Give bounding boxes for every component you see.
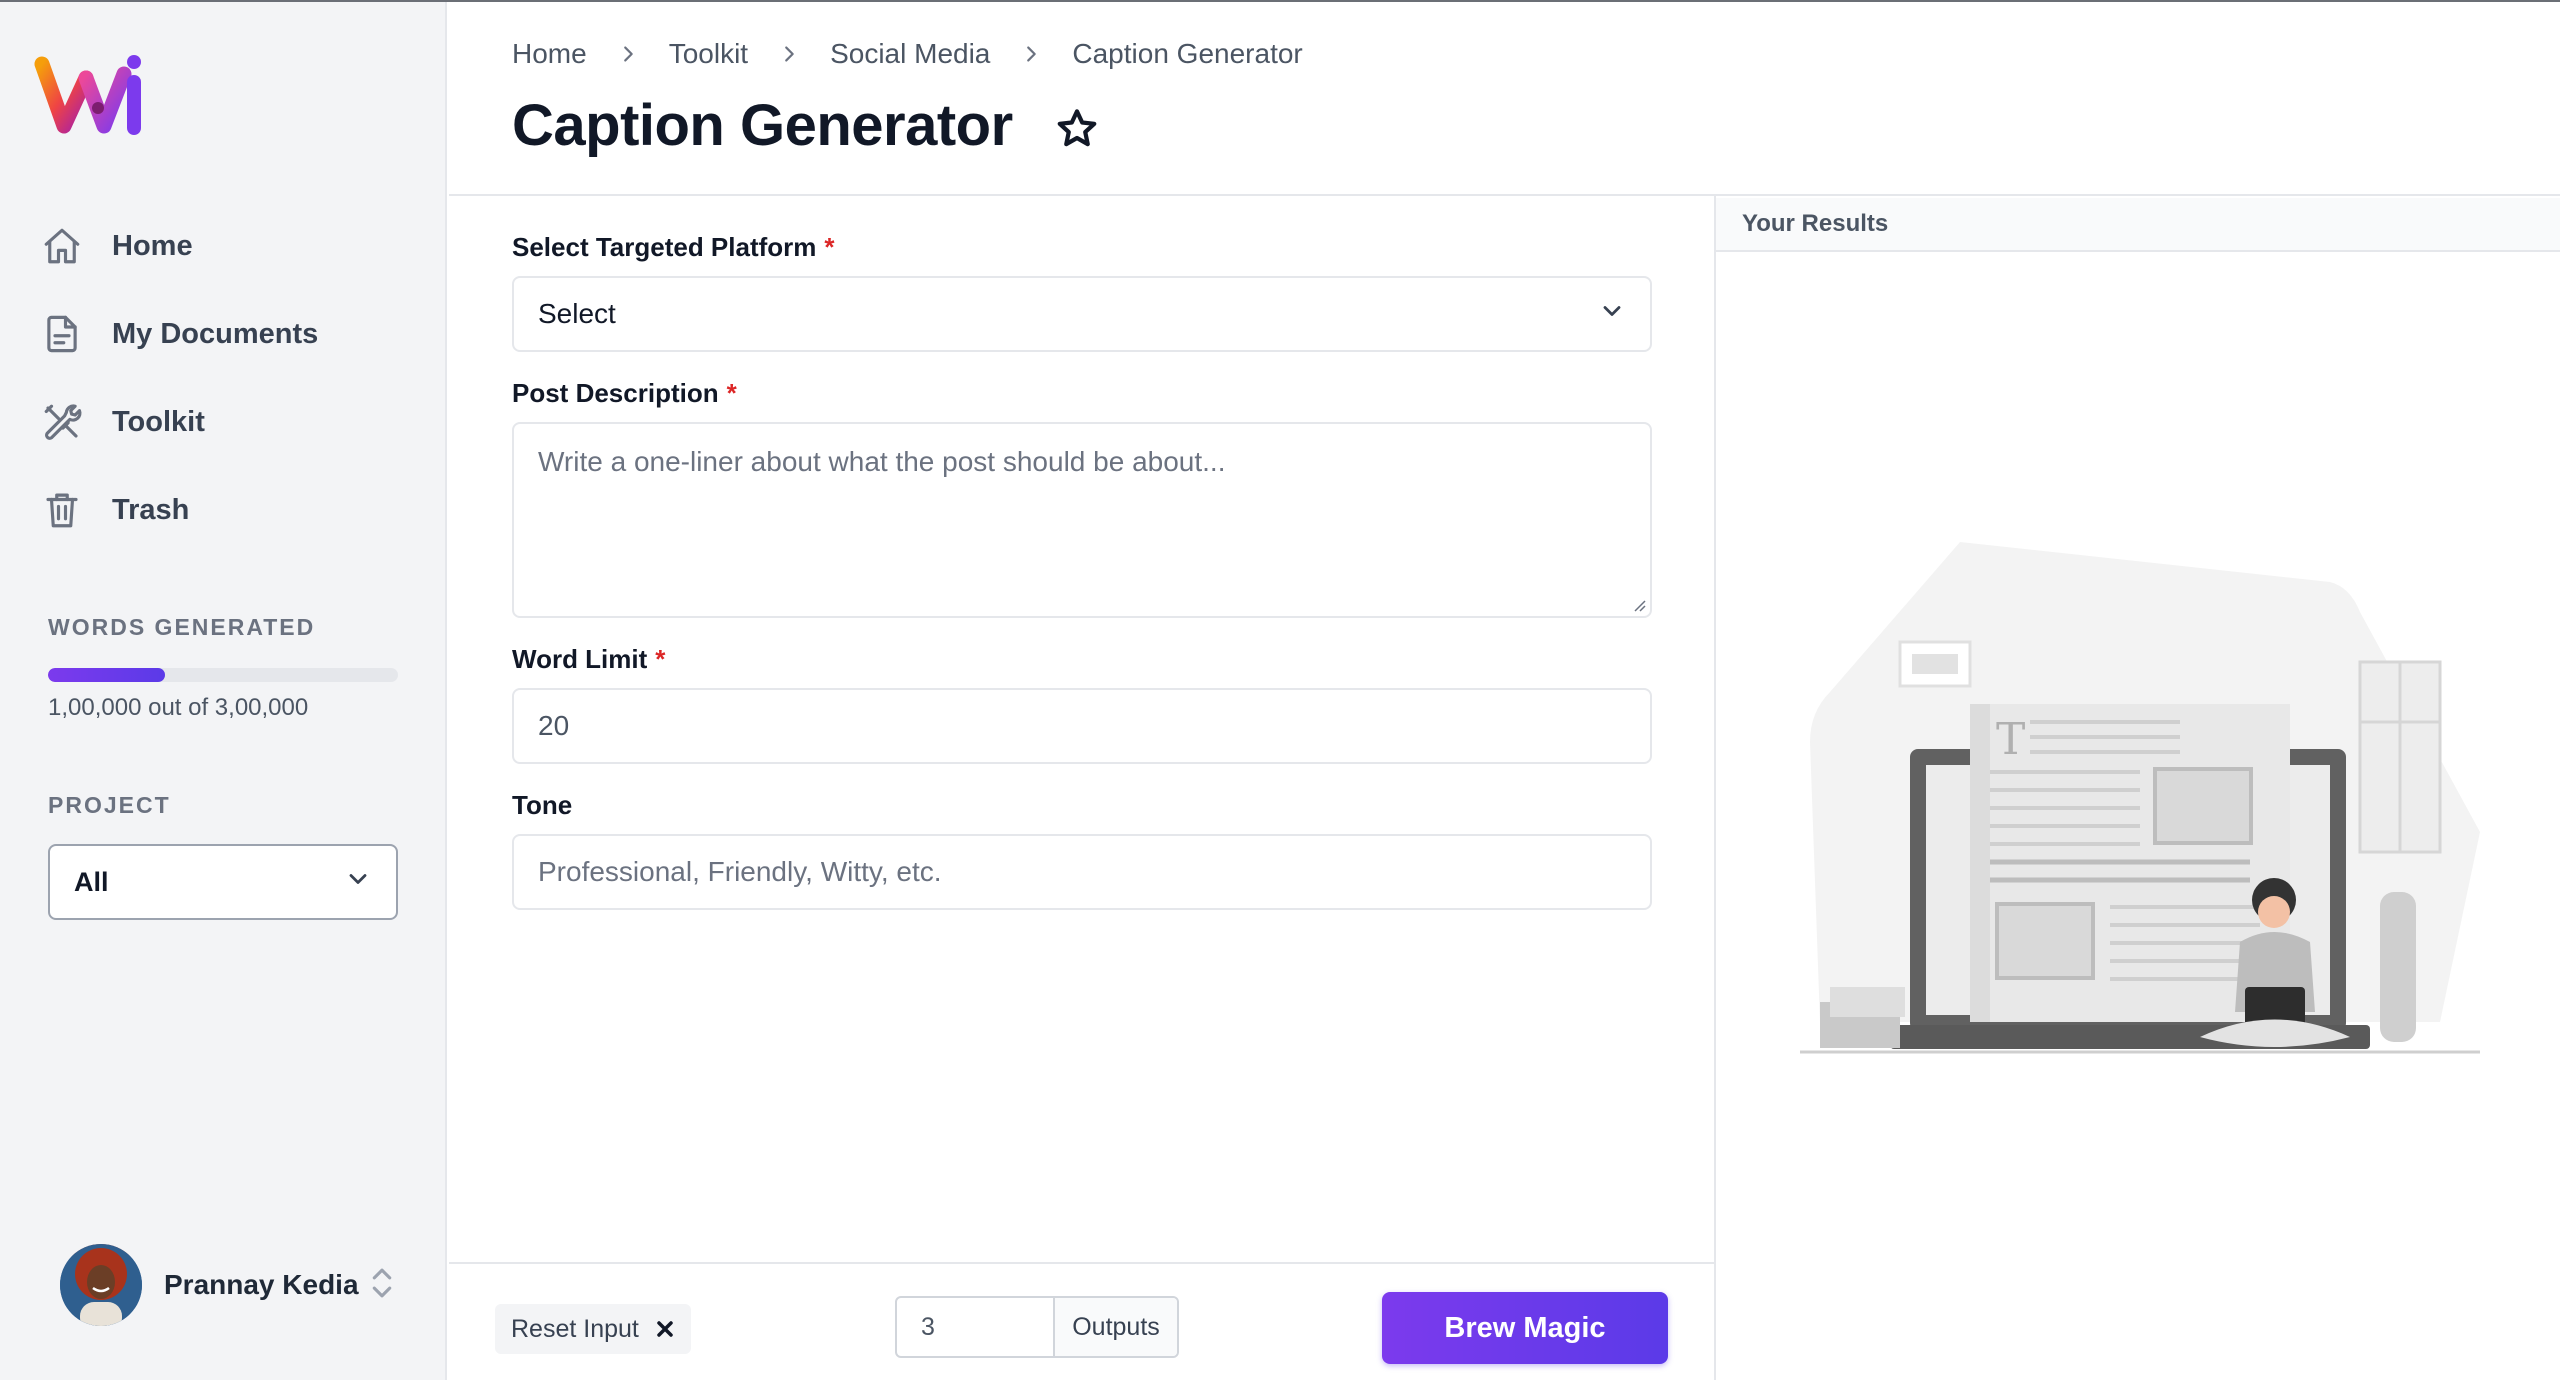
chevron-up-down-icon xyxy=(369,1265,395,1306)
post-description-placeholder: Write a one-liner about what the post sh… xyxy=(538,446,1226,477)
empty-results-illustration: T xyxy=(1790,532,2490,1072)
words-generated-progress xyxy=(48,668,398,682)
outputs-count-input[interactable]: 3 xyxy=(897,1298,1055,1356)
reset-input-label: Reset Input xyxy=(511,1314,639,1343)
tone-label-text: Tone xyxy=(512,790,573,820)
svg-text:T: T xyxy=(1996,714,2025,765)
document-icon xyxy=(40,312,84,356)
trash-icon xyxy=(40,488,84,532)
required-mark: * xyxy=(655,644,666,674)
platform-select[interactable]: Select xyxy=(512,276,1652,352)
project-select-value: All xyxy=(74,866,109,897)
nav-item-trash[interactable]: Trash xyxy=(40,480,410,540)
outputs-count-group: 3 Outputs xyxy=(895,1296,1179,1358)
chevron-down-icon xyxy=(344,865,372,900)
chevron-right-icon xyxy=(1020,43,1042,65)
chevron-right-icon xyxy=(778,43,800,65)
word-limit-input[interactable]: 20 xyxy=(512,688,1652,764)
chevron-right-icon xyxy=(617,43,639,65)
brew-magic-button[interactable]: Brew Magic xyxy=(1382,1292,1668,1364)
resize-handle-icon[interactable] xyxy=(1630,596,1646,612)
main-nav: Home My Documents Toolkit Trash xyxy=(40,216,410,568)
platform-label-text: Select Targeted Platform xyxy=(512,232,817,262)
word-limit-label: Word Limit * xyxy=(512,644,665,675)
tools-icon xyxy=(40,400,84,444)
sidebar: Home My Documents Toolkit Trash WORDS GE… xyxy=(0,2,447,1380)
favorite-star-icon[interactable] xyxy=(1054,106,1100,152)
platform-label: Select Targeted Platform * xyxy=(512,232,835,263)
nav-item-label: Home xyxy=(112,229,193,262)
breadcrumb-item-current: Caption Generator xyxy=(1072,38,1303,69)
outputs-count-value: 3 xyxy=(921,1312,935,1341)
nav-item-home[interactable]: Home xyxy=(40,216,410,276)
tone-placeholder: Professional, Friendly, Witty, etc. xyxy=(538,856,942,887)
breadcrumb-item-toolkit[interactable]: Toolkit xyxy=(669,38,748,70)
page-title: Caption Generator xyxy=(512,93,1013,158)
app-logo[interactable] xyxy=(34,48,154,138)
results-header: Your Results xyxy=(1716,198,2560,252)
post-description-textarea[interactable]: Write a one-liner about what the post sh… xyxy=(512,422,1652,618)
results-title: Your Results xyxy=(1742,210,1889,237)
word-limit-value: 20 xyxy=(538,710,570,741)
tone-label: Tone xyxy=(512,790,572,821)
panel-divider xyxy=(1714,196,1716,1380)
project-label: PROJECT xyxy=(48,792,171,818)
description-label: Post Description * xyxy=(512,378,737,409)
outputs-label: Outputs xyxy=(1055,1298,1177,1356)
nav-item-my-documents[interactable]: My Documents xyxy=(40,304,410,364)
nav-item-label: Trash xyxy=(112,493,190,526)
description-label-text: Post Description xyxy=(512,378,719,408)
breadcrumb-item-social-media[interactable]: Social Media xyxy=(830,38,990,70)
form-footer: Reset Input 3 Outputs Brew Magic xyxy=(449,1262,1714,1380)
user-name: Prannay Kedia xyxy=(164,1269,359,1300)
breadcrumb: Home Toolkit Social Media Caption Genera… xyxy=(512,38,1303,70)
user-menu[interactable]: Prannay Kedia xyxy=(60,1244,395,1326)
close-icon xyxy=(657,1321,673,1337)
breadcrumb-item-home[interactable]: Home xyxy=(512,38,587,70)
tone-input[interactable]: Professional, Friendly, Witty, etc. xyxy=(512,834,1652,910)
platform-select-value: Select xyxy=(538,298,616,329)
words-generated-label: WORDS GENERATED xyxy=(48,614,316,640)
words-generated-progress-fill xyxy=(48,668,165,682)
chevron-down-icon xyxy=(1598,297,1626,332)
required-mark: * xyxy=(824,232,835,262)
project-select[interactable]: All xyxy=(48,844,398,920)
avatar xyxy=(60,1244,142,1326)
nav-item-label: Toolkit xyxy=(112,405,205,438)
word-limit-label-text: Word Limit xyxy=(512,644,648,674)
words-generated-text: 1,00,000 out of 3,00,000 xyxy=(48,694,309,721)
nav-item-toolkit[interactable]: Toolkit xyxy=(40,392,410,452)
nav-item-label: My Documents xyxy=(112,317,319,350)
reset-input-button[interactable]: Reset Input xyxy=(495,1304,691,1354)
page-header: Home Toolkit Social Media Caption Genera… xyxy=(449,2,2560,196)
home-icon xyxy=(40,224,84,268)
required-mark: * xyxy=(726,378,737,408)
